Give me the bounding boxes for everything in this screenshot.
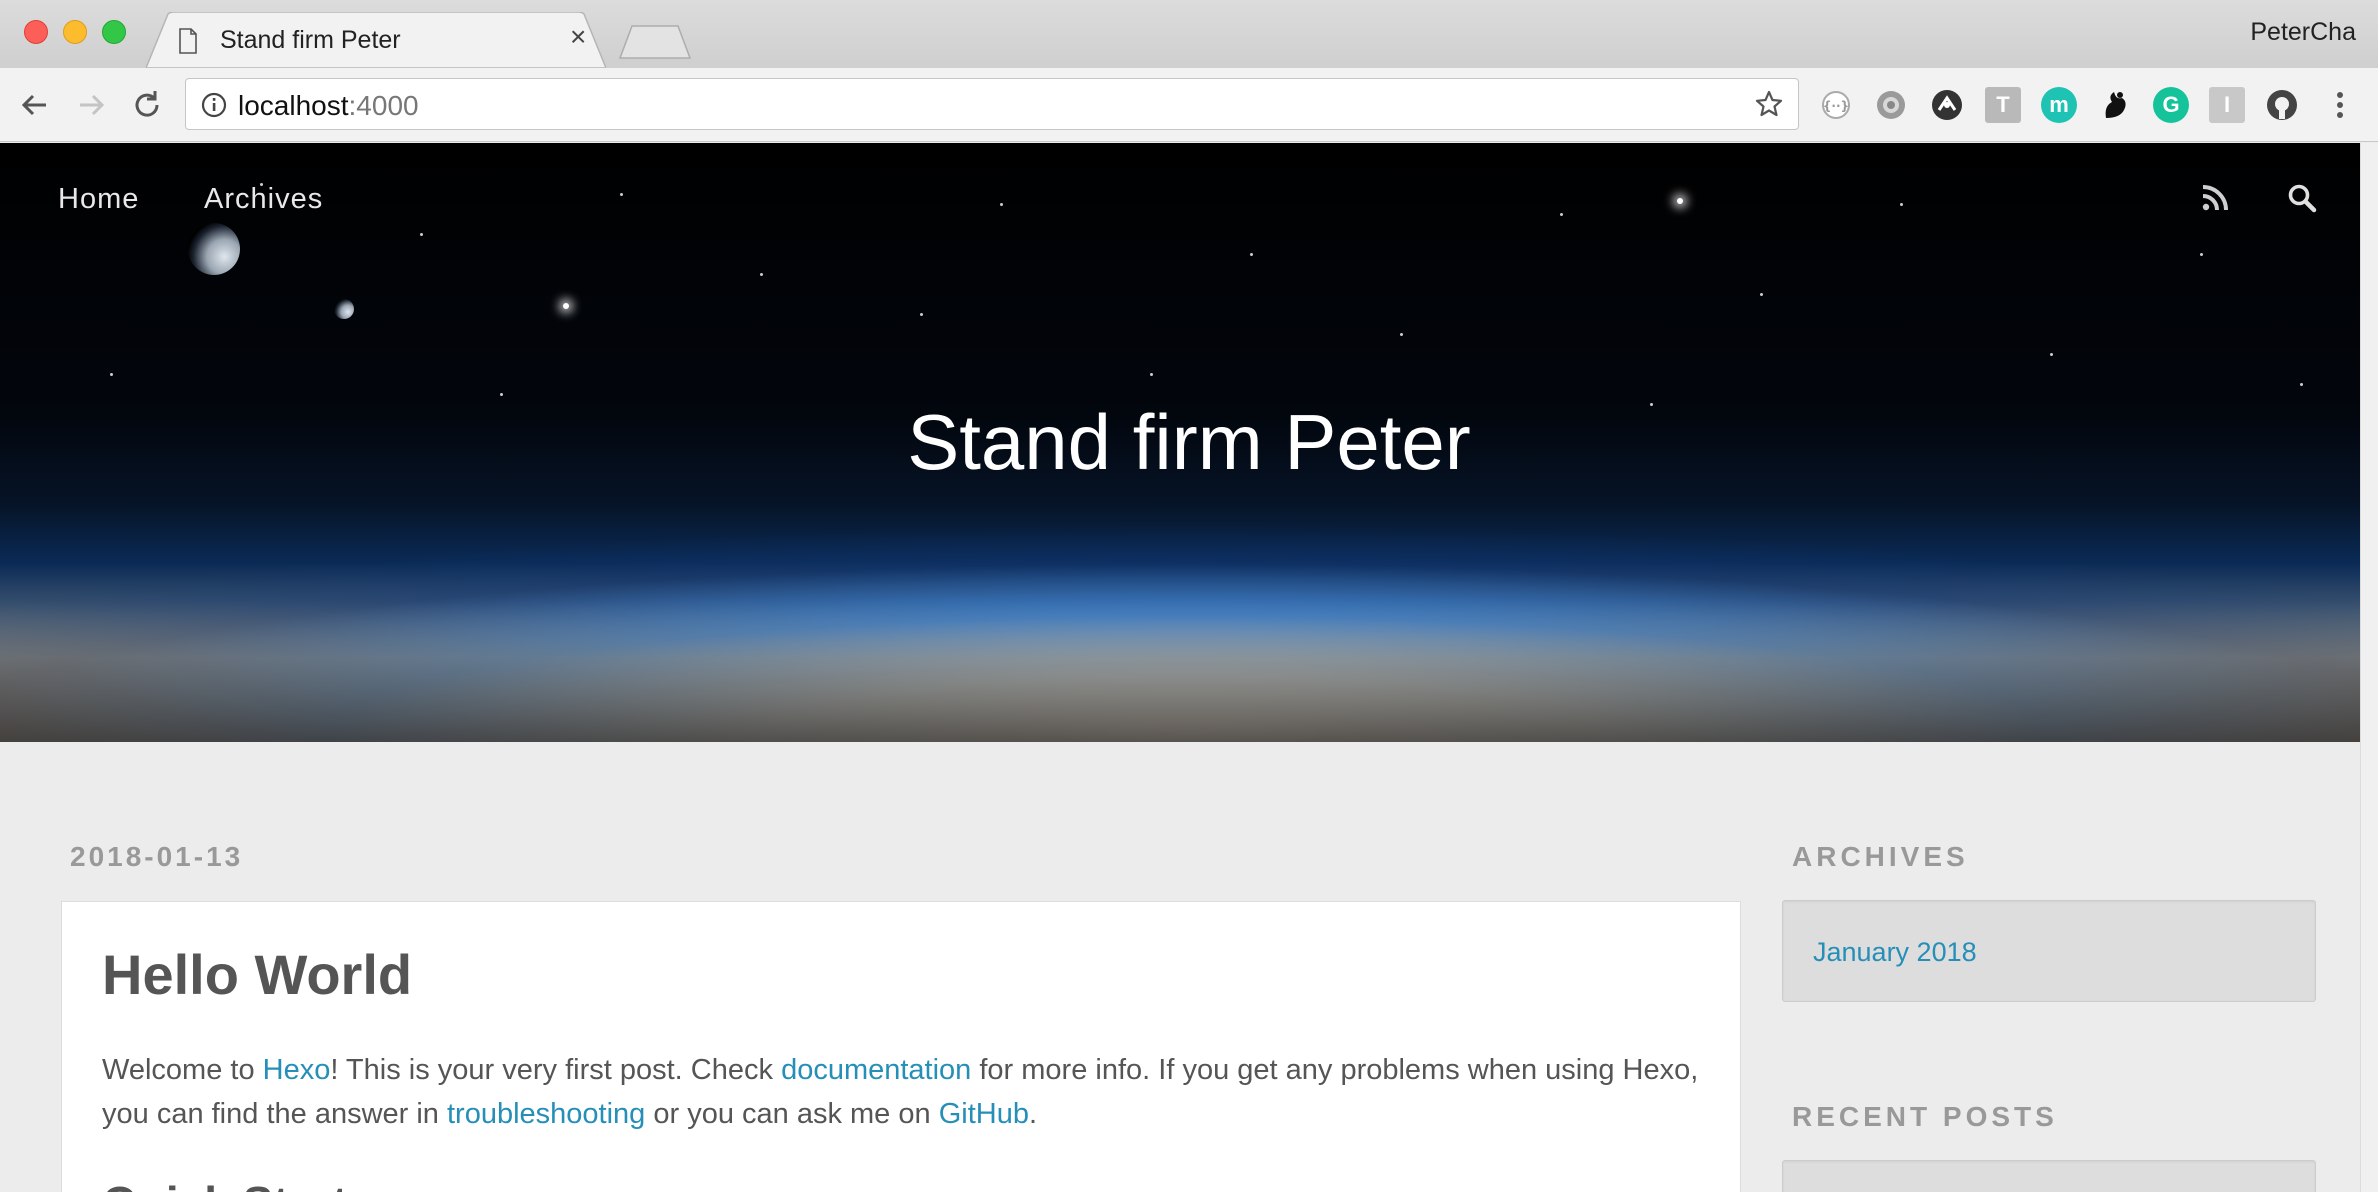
nav-home-link[interactable]: Home: [58, 183, 139, 216]
tab-close-icon[interactable]: ×: [570, 23, 586, 51]
post-intro: Welcome to Hexo! This is your very first…: [102, 1054, 1699, 1130]
browser-menu-icon[interactable]: [2328, 86, 2352, 124]
t-extension-icon[interactable]: T: [1985, 87, 2021, 123]
close-window-button[interactable]: [24, 20, 48, 44]
archive-link-january-2018[interactable]: January 2018: [1813, 937, 1977, 968]
post-article: Hello World Welcome to Hexo! This is you…: [61, 901, 1741, 1192]
hero-banner: Home Archives Stand firm Peter: [0, 143, 2378, 742]
speed-extension-icon[interactable]: [1929, 87, 1965, 123]
archives-widget: January 2018: [1782, 900, 2316, 1002]
profile-name[interactable]: PeterCha: [2250, 18, 2356, 47]
page-scrollbar[interactable]: [2360, 143, 2378, 1192]
svg-text:{··}: {··}: [1823, 99, 1849, 113]
troubleshooting-link[interactable]: troubleshooting: [447, 1098, 645, 1130]
i-extension-icon[interactable]: I: [2209, 87, 2245, 123]
moon-image: [188, 223, 240, 275]
rss-icon[interactable]: [2200, 183, 2230, 213]
gear-extension-icon[interactable]: [1873, 87, 1909, 123]
post-date[interactable]: 2018-01-13: [70, 841, 243, 873]
url-text: localhost:4000: [238, 90, 419, 121]
m-extension-icon[interactable]: m: [2041, 87, 2077, 123]
search-icon[interactable]: [2287, 183, 2317, 213]
recent-posts-widget: [1782, 1160, 2316, 1192]
github-icon[interactable]: [2264, 87, 2300, 123]
recent-posts-widget-title: RECENT POSTS: [1792, 1101, 2058, 1132]
maximize-window-button[interactable]: [102, 20, 126, 44]
browser-tabstrip: Stand firm Peter × PeterCha: [0, 0, 2378, 68]
reload-icon[interactable]: [128, 86, 166, 124]
github-link[interactable]: GitHub: [939, 1098, 1029, 1130]
back-arrow-icon[interactable]: [16, 86, 54, 124]
info-icon[interactable]: [200, 91, 228, 119]
tab-title: Stand firm Peter: [220, 26, 401, 54]
minimize-window-button[interactable]: [63, 20, 87, 44]
post-subheading: Quick Start: [102, 1176, 347, 1192]
new-tab-button[interactable]: [618, 24, 692, 60]
browser-tab-active[interactable]: Stand firm Peter ×: [146, 12, 606, 68]
post-title[interactable]: Hello World: [102, 942, 412, 1007]
archives-widget-title: ARCHIVES: [1792, 841, 1969, 872]
hexo-link[interactable]: Hexo: [263, 1054, 331, 1086]
small-moon-image: [334, 299, 354, 319]
site-title[interactable]: Stand firm Peter: [0, 397, 2378, 488]
forward-arrow-icon[interactable]: [72, 86, 110, 124]
browser-toolbar: localhost:4000 {··} T m G I: [0, 68, 2378, 142]
address-bar[interactable]: localhost:4000: [185, 78, 1799, 130]
page-icon: [179, 28, 197, 54]
privacy-badger-icon[interactable]: {··}: [1818, 87, 1854, 123]
gnome-extension-icon[interactable]: [2097, 87, 2133, 123]
documentation-link[interactable]: documentation: [781, 1054, 971, 1086]
nav-archives-link[interactable]: Archives: [204, 183, 323, 216]
grammarly-icon[interactable]: G: [2153, 87, 2189, 123]
bookmark-star-icon[interactable]: [1754, 89, 1784, 119]
